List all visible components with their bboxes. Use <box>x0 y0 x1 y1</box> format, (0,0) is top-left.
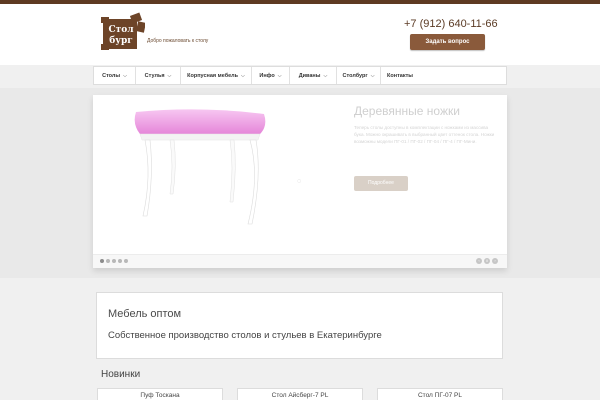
nav-item-info[interactable]: Инфо ⌵ <box>252 67 290 84</box>
nav-item-label: Инфо <box>259 72 275 79</box>
pause-icon[interactable]: ॥ <box>484 258 490 264</box>
slider-dot[interactable] <box>118 259 122 263</box>
intro-subtitle: Собственное производство столов и стулье… <box>108 330 382 341</box>
nav-item-cabinet-furniture[interactable]: Корпусная мебель ⌵ <box>181 67 252 84</box>
product-card[interactable]: Стол ПГ-07 PL <box>377 388 503 400</box>
nav-item-contacts[interactable]: Контакты <box>381 67 419 84</box>
slider-arrows: ‹ ॥ › <box>476 258 498 264</box>
prev-arrow-icon[interactable]: ‹ <box>476 258 482 264</box>
slide-title: Деревянные ножки <box>354 104 460 118</box>
nav-item-sofas[interactable]: Диваны ⌵ <box>290 67 337 84</box>
loading-icon: ◌ <box>297 178 302 185</box>
phone-number[interactable]: +7 (912) 640-11-66 <box>404 18 498 30</box>
slide-description: Теперь столы доступны в комплектации с н… <box>354 125 495 144</box>
product-card[interactable]: Стол Айсберг-7 PL <box>237 388 363 400</box>
ask-question-button[interactable]: Задать вопрос <box>410 34 485 50</box>
nav-item-chairs[interactable]: Стулья ⌵ <box>136 67 181 84</box>
next-arrow-icon[interactable]: › <box>492 258 498 264</box>
logo-text-top: Стол <box>108 25 134 35</box>
nav-item-label: Столы <box>102 72 121 79</box>
tagline: Добро пожаловать к столу <box>147 38 209 44</box>
nav-item-tables[interactable]: Столы ⌵ <box>94 67 136 84</box>
chevron-down-icon: ⌵ <box>167 72 172 79</box>
slider-dot[interactable] <box>112 259 116 263</box>
nav-item-label: Диваны <box>298 72 321 79</box>
nav-item-label: Столбург <box>342 72 368 79</box>
nav-item-label: Корпусная мебель <box>187 72 239 79</box>
chevron-down-icon: ⌵ <box>123 72 127 79</box>
main-navigation: Столы ⌵ Стулья ⌵ Корпусная мебель ⌵ Инфо… <box>93 66 507 85</box>
site-header <box>0 4 600 65</box>
slider-dot[interactable] <box>100 259 104 263</box>
logo-icon[interactable]: Стол бург <box>101 12 145 52</box>
intro-title: Мебель оптом <box>108 308 182 320</box>
slide-table-image[interactable] <box>130 106 270 230</box>
chevron-down-icon: ⌵ <box>277 72 282 79</box>
chevron-down-icon: ⌵ <box>323 72 328 79</box>
slider-dot[interactable] <box>124 259 128 263</box>
intro-box <box>96 292 503 359</box>
nav-item-label: Контакты <box>387 72 413 79</box>
slider-dot[interactable] <box>106 259 110 263</box>
slider-controls-bar <box>93 254 507 268</box>
nav-item-label: Стулья <box>144 72 165 79</box>
slider-dots <box>100 259 128 263</box>
nav-item-stolburg[interactable]: Столбург ⌵ <box>337 67 381 84</box>
chevron-down-icon: ⌵ <box>370 72 375 79</box>
slide-more-button[interactable]: Подробнее <box>354 176 408 191</box>
product-card[interactable]: Пуф Тоскана <box>97 388 223 400</box>
new-items-title: Новинки <box>101 369 141 380</box>
logo-text-bottom: бург <box>109 35 133 46</box>
chevron-down-icon: ⌵ <box>241 72 245 79</box>
